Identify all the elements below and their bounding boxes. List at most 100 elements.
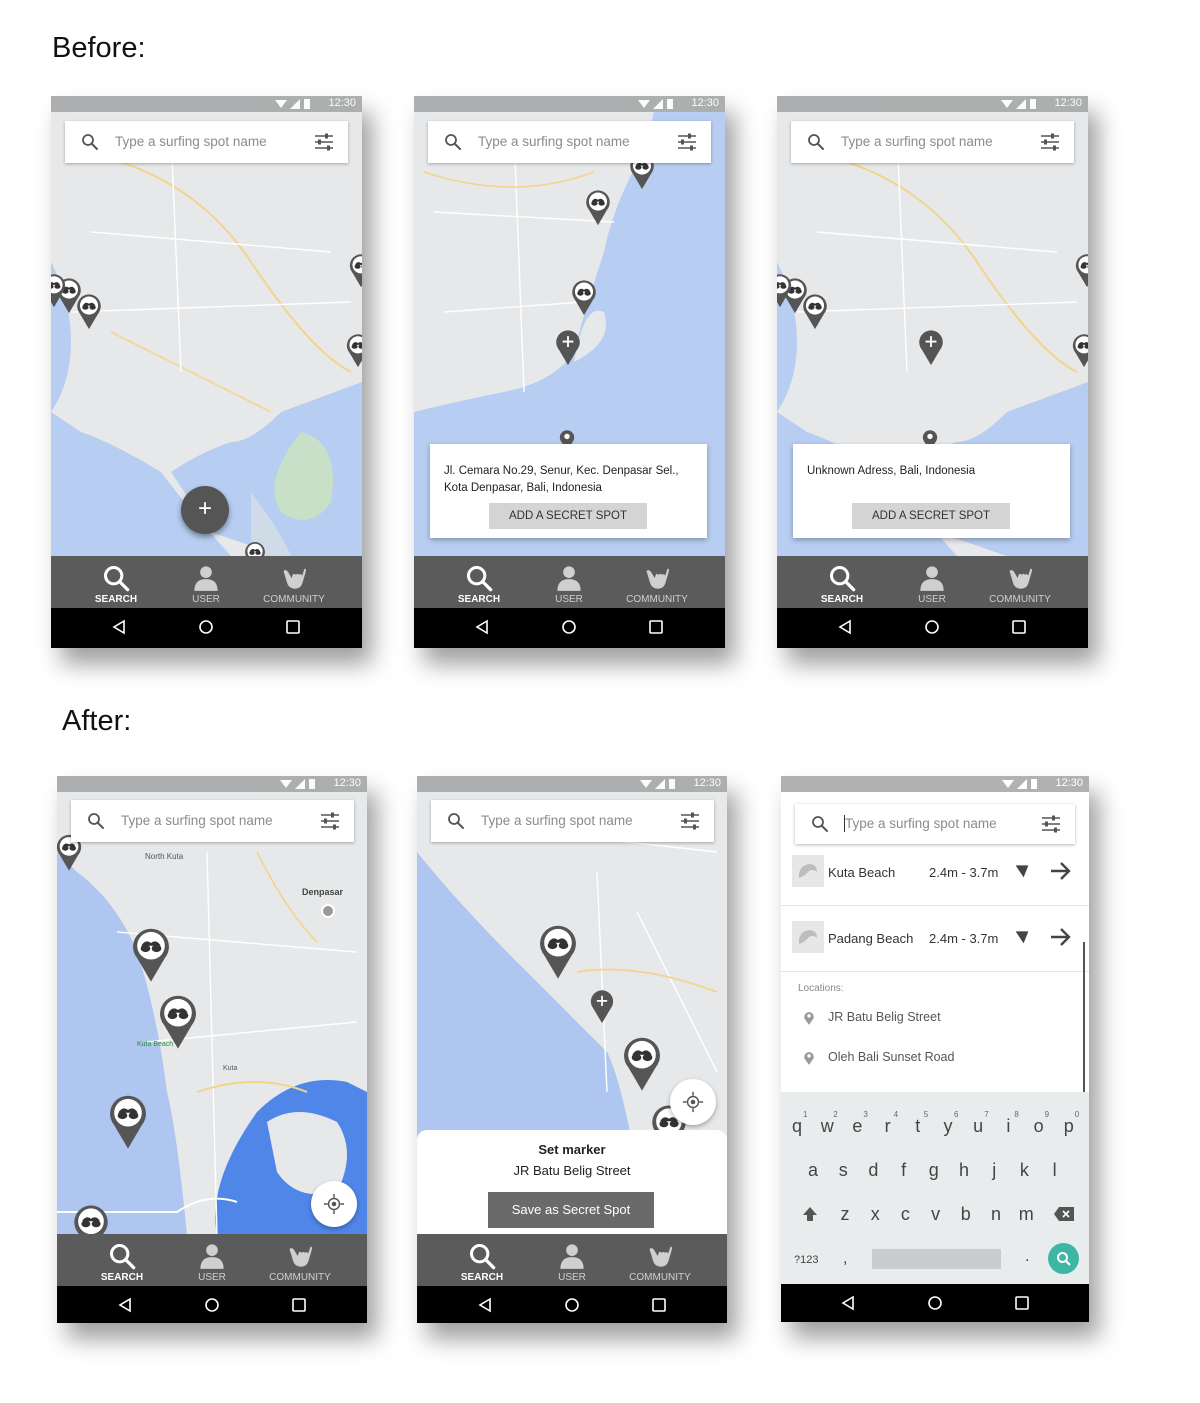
recents-icon[interactable] — [291, 1297, 307, 1313]
arrow-right-icon[interactable] — [1048, 859, 1072, 883]
address-text: Jl. Cemara No.29, Senur, Kec. Denpasar S… — [444, 465, 679, 494]
search-key[interactable] — [1048, 1243, 1079, 1274]
system-nav-bar — [781, 1284, 1089, 1322]
home-icon[interactable] — [198, 619, 214, 635]
key-f[interactable]: f — [892, 1160, 916, 1181]
nav-search[interactable]: SEARCH — [434, 556, 524, 608]
key-y[interactable]: y — [936, 1116, 960, 1137]
search-bar[interactable]: Type a surfing spot name — [791, 121, 1074, 163]
key-v[interactable]: v — [924, 1204, 948, 1225]
home-icon[interactable] — [564, 1297, 580, 1313]
my-location-button[interactable] — [670, 1079, 716, 1125]
add-secret-spot-button[interactable]: ADD A SECRET SPOT — [852, 503, 1010, 529]
recents-icon[interactable] — [285, 619, 301, 635]
key-c[interactable]: c — [893, 1204, 917, 1225]
key-d[interactable]: d — [861, 1160, 885, 1181]
key-w[interactable]: w — [815, 1116, 839, 1137]
list-item-spot[interactable]: Kuta Beach 2.4m - 3.7m — [781, 841, 1089, 906]
map-view[interactable] — [57, 792, 367, 1235]
key-u[interactable]: u — [966, 1116, 990, 1137]
nav-user[interactable]: USER — [527, 1234, 617, 1286]
search-bar[interactable]: Type a surfing spot name — [65, 121, 348, 163]
nav-community[interactable]: COMMUNITY — [255, 1234, 345, 1286]
back-icon[interactable] — [837, 619, 853, 635]
home-icon[interactable] — [927, 1295, 943, 1311]
search-input[interactable]: Type a surfing spot name — [845, 816, 997, 831]
filter-icon[interactable] — [1041, 815, 1061, 833]
nav-search[interactable]: SEARCH — [77, 1234, 167, 1286]
key-e[interactable]: e — [845, 1116, 869, 1137]
symbols-key[interactable]: ?123 — [794, 1254, 818, 1266]
scrollbar[interactable] — [1083, 942, 1085, 1112]
filter-icon[interactable] — [320, 812, 340, 830]
key-k[interactable]: k — [1012, 1160, 1036, 1181]
filter-icon[interactable] — [314, 133, 334, 151]
key-j[interactable]: j — [982, 1160, 1006, 1181]
save-secret-spot-button[interactable]: Save as Secret Spot — [488, 1192, 654, 1228]
period-key[interactable]: . — [1025, 1248, 1029, 1266]
comma-key[interactable]: , — [843, 1250, 847, 1268]
key-l[interactable]: l — [1043, 1160, 1067, 1181]
back-icon[interactable] — [111, 619, 127, 635]
filter-icon[interactable] — [1040, 133, 1060, 151]
space-key[interactable] — [872, 1249, 1001, 1269]
location-item[interactable]: JR Batu Belig Street — [781, 1002, 1081, 1034]
home-icon[interactable] — [924, 619, 940, 635]
add-secret-spot-button[interactable]: ADD A SECRET SPOT — [489, 503, 647, 529]
add-spot-fab[interactable]: + — [181, 486, 229, 534]
bottom-nav: SEARCH USER COMMUNITY — [57, 1234, 367, 1286]
back-icon[interactable] — [474, 619, 490, 635]
search-bar[interactable]: Type a surfing spot name — [431, 800, 714, 842]
key-z[interactable]: z — [833, 1204, 857, 1225]
back-icon[interactable] — [840, 1295, 856, 1311]
locate-icon — [323, 1193, 345, 1215]
nav-search[interactable]: SEARCH — [71, 556, 161, 608]
key-r[interactable]: r — [876, 1116, 900, 1137]
key-h[interactable]: h — [952, 1160, 976, 1181]
filter-icon[interactable] — [677, 133, 697, 151]
nav-community[interactable]: COMMUNITY — [249, 556, 339, 608]
nav-user[interactable]: USER — [167, 1234, 257, 1286]
key-m[interactable]: m — [1014, 1204, 1038, 1225]
search-bar[interactable]: Type a surfing spot name — [428, 121, 711, 163]
nav-community[interactable]: COMMUNITY — [612, 556, 702, 608]
system-nav-bar — [57, 1286, 367, 1323]
recents-icon[interactable] — [1014, 1295, 1030, 1311]
backspace-icon[interactable] — [1053, 1206, 1075, 1222]
before-screen-1: 12:30 Type a surfing spot name + SEARCH … — [51, 96, 362, 648]
recents-icon[interactable] — [651, 1297, 667, 1313]
location-name: JR Batu Belig Street — [828, 1010, 941, 1024]
key-g[interactable]: g — [922, 1160, 946, 1181]
nav-search[interactable]: SEARCH — [797, 556, 887, 608]
nav-user[interactable]: USER — [887, 556, 977, 608]
key-s[interactable]: s — [831, 1160, 855, 1181]
filter-icon[interactable] — [680, 812, 700, 830]
key-x[interactable]: x — [863, 1204, 887, 1225]
home-icon[interactable] — [561, 619, 577, 635]
search-bar[interactable]: Type a surfing spot name — [71, 800, 354, 842]
nav-user[interactable]: USER — [161, 556, 251, 608]
list-item-spot[interactable]: Padang Beach 2.4m - 3.7m — [781, 907, 1089, 972]
key-b[interactable]: b — [954, 1204, 978, 1225]
home-icon[interactable] — [204, 1297, 220, 1313]
nav-community[interactable]: COMMUNITY — [975, 556, 1065, 608]
shift-icon[interactable] — [801, 1205, 819, 1223]
key-t[interactable]: t — [906, 1116, 930, 1137]
nav-user[interactable]: USER — [524, 556, 614, 608]
search-bar[interactable]: Type a surfing spot name — [795, 804, 1075, 844]
key-q[interactable]: q — [785, 1116, 809, 1137]
nav-search[interactable]: SEARCH — [437, 1234, 527, 1286]
back-icon[interactable] — [117, 1297, 133, 1313]
back-icon[interactable] — [477, 1297, 493, 1313]
key-n[interactable]: n — [984, 1204, 1008, 1225]
my-location-button[interactable] — [311, 1181, 357, 1227]
location-item[interactable]: Oleh Bali Sunset Road — [781, 1042, 1081, 1074]
key-o[interactable]: o — [1027, 1116, 1051, 1137]
recents-icon[interactable] — [648, 619, 664, 635]
key-a[interactable]: a — [801, 1160, 825, 1181]
key-p[interactable]: p — [1057, 1116, 1081, 1137]
key-i[interactable]: i — [996, 1116, 1020, 1137]
nav-community[interactable]: COMMUNITY — [615, 1234, 705, 1286]
arrow-right-icon[interactable] — [1048, 925, 1072, 949]
recents-icon[interactable] — [1011, 619, 1027, 635]
